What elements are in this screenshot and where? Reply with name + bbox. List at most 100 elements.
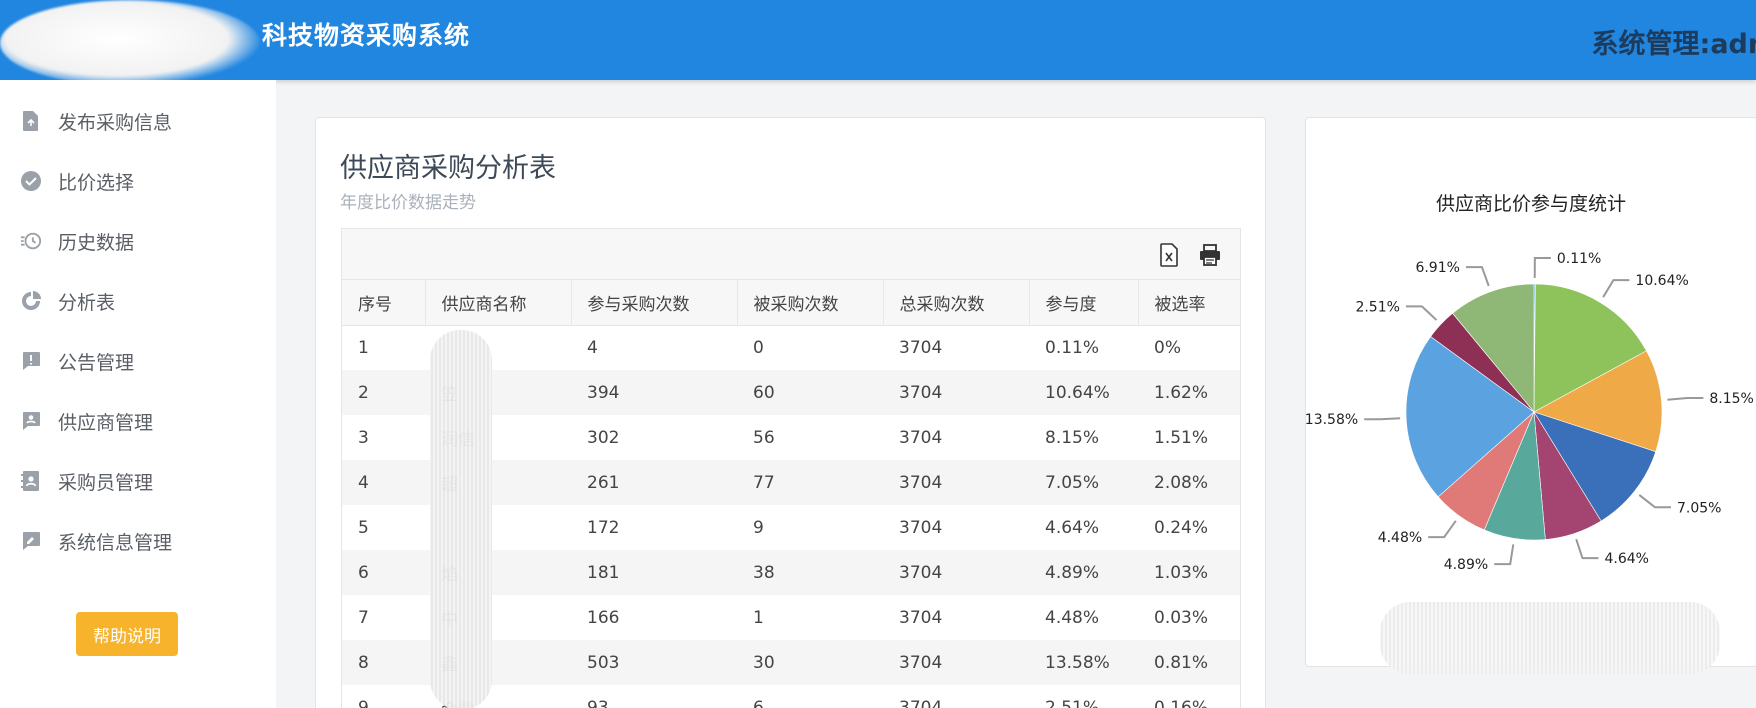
- sidebar: 发布采购信息 比价选择 历史数据 分析表 公告管理 供应商管理 采购员管理 系统…: [0, 80, 276, 708]
- pie-leader-line: [1667, 396, 1704, 401]
- pie-leader-line: [1575, 538, 1599, 560]
- table-cell: 4.89%: [1029, 550, 1138, 595]
- table-cell: 0: [753, 337, 764, 358]
- table-cell: 5: [358, 517, 369, 538]
- sidebar-item-analysis[interactable]: 分析表: [0, 276, 276, 326]
- table-cell: 8: [342, 640, 425, 685]
- pie-data-label: 2.51%: [1355, 299, 1399, 315]
- table-cell: 4: [587, 337, 598, 358]
- table-cell: 8.15%: [1045, 427, 1100, 448]
- sidebar-item-label: 供应商管理: [58, 411, 154, 434]
- pie-chart: 0.11% 10.64% 8.15% 7.05% 4.64% 4.89% 4.48% 13.5…: [1306, 251, 1754, 573]
- pie-leader-line: [1602, 279, 1630, 298]
- table-cell: 3704: [883, 550, 1029, 595]
- table-cell: 0.03%: [1154, 607, 1209, 628]
- table-cell: 181: [571, 550, 737, 595]
- excel-export-icon[interactable]: [1158, 243, 1182, 267]
- admin-user-label[interactable]: 系统管理:adm: [1592, 22, 1756, 61]
- pie-leader-line: [1494, 544, 1515, 566]
- pie-data-label: 8.15%: [1709, 391, 1753, 407]
- table-cell: 0.11%: [1045, 337, 1100, 358]
- app-title: 科技物资采购系统: [262, 21, 471, 50]
- table-cell: 261: [571, 460, 737, 505]
- table-cell: 0%: [1154, 337, 1181, 358]
- sidebar-item-label: 采购员管理: [58, 471, 154, 494]
- table-cell: 3: [358, 427, 369, 448]
- column-header[interactable]: 参与度: [1029, 280, 1139, 326]
- table-cell: 10.64%: [1029, 370, 1138, 415]
- table-cell: 3704: [899, 517, 943, 538]
- table-cell: 3704: [899, 427, 943, 448]
- table-cell: 172: [587, 517, 620, 538]
- table-cell: 0.24%: [1154, 517, 1209, 538]
- system-info-icon: [20, 530, 42, 552]
- sidebar-item-history[interactable]: 历史数据: [0, 216, 276, 266]
- table-cell: 2.51%: [1045, 697, 1100, 708]
- table-cell: 60: [737, 370, 883, 415]
- table-cell: 3704: [899, 697, 943, 708]
- table-cell: 394: [571, 370, 737, 415]
- history-icon: [20, 230, 42, 252]
- sidebar-item-label: 系统信息管理: [58, 531, 173, 554]
- table-header-row: 序号 供应商名称 参与采购次数 被采购次数 总采购次数 参与度 被选率: [342, 280, 1240, 326]
- top-header: 科技物资采购系统 系统管理:adm: [0, 0, 1756, 86]
- table-cell: 0.81%: [1138, 640, 1240, 685]
- table-cell: 38: [737, 550, 883, 595]
- table-cell: 2: [342, 370, 425, 415]
- pie-data-label: 6.91%: [1415, 260, 1459, 276]
- column-header[interactable]: 总采购次数: [883, 280, 1030, 326]
- column-header[interactable]: 参与采购次数: [571, 280, 738, 326]
- table-cell: 1: [753, 607, 764, 628]
- sidebar-item-label: 分析表: [58, 291, 116, 314]
- table-cell: 30: [737, 640, 883, 685]
- pie-leader-line: [1405, 305, 1438, 321]
- pie-data-label: 10.64%: [1635, 273, 1688, 289]
- table-cell: 1.51%: [1154, 427, 1209, 448]
- table-cell: 3704: [883, 460, 1029, 505]
- sidebar-item-announcement[interactable]: 公告管理: [0, 336, 276, 386]
- pie-chart-card: 供应商比价参与度统计 0.11% 10.64% 8.15% 7.05% 4.64% 4.8…: [1305, 117, 1756, 667]
- table-cell: 93: [587, 697, 609, 708]
- table-cell: 13.58%: [1029, 640, 1138, 685]
- table-cell: 3704: [899, 607, 943, 628]
- table-cell: 4.64%: [1045, 517, 1100, 538]
- table-cell: 1.62%: [1138, 370, 1240, 415]
- column-header[interactable]: 序号: [342, 280, 426, 326]
- column-header[interactable]: 供应商名称: [425, 280, 572, 326]
- sidebar-item-label: 发布采购信息: [58, 111, 173, 134]
- pie-data-label: 4.89%: [1444, 557, 1488, 573]
- pie-leader-line: [1533, 257, 1551, 279]
- column-header[interactable]: 被采购次数: [737, 280, 884, 326]
- sidebar-item-system-info[interactable]: 系统信息管理: [0, 516, 276, 566]
- pie-data-label: 7.05%: [1677, 500, 1721, 516]
- table-cell: 3704: [883, 640, 1029, 685]
- table-cell: 7.05%: [1029, 460, 1138, 505]
- table-cell: 9: [358, 697, 369, 708]
- supplier-icon: [20, 410, 42, 432]
- pie-data-label: 0.11%: [1557, 251, 1601, 267]
- pie-chart-icon: [20, 290, 42, 312]
- table-toolbar: [342, 229, 1240, 280]
- pie-leader-line: [1638, 494, 1671, 509]
- table-cell: 7: [358, 607, 369, 628]
- help-button[interactable]: 帮助说明: [76, 612, 178, 656]
- sidebar-item-publish[interactable]: 发布采购信息: [0, 96, 276, 146]
- pie-leader-line: [1364, 417, 1401, 421]
- table-cell: 1: [358, 337, 369, 358]
- sidebar-item-supplier[interactable]: 供应商管理: [0, 396, 276, 446]
- table-cell: 1.03%: [1138, 550, 1240, 595]
- table-cell: 166: [587, 607, 620, 628]
- column-header[interactable]: 被选率: [1138, 280, 1240, 326]
- pie-leader-line: [1465, 266, 1490, 287]
- sidebar-item-label: 历史数据: [58, 231, 135, 254]
- announcement-icon: [20, 350, 42, 372]
- contact-card-icon: [20, 470, 42, 492]
- sidebar-item-label: 公告管理: [58, 351, 135, 374]
- redacted-supplier-names: [430, 330, 492, 708]
- table-cell: 6: [753, 697, 764, 708]
- logo: [0, 0, 260, 86]
- table-cell: 2.08%: [1138, 460, 1240, 505]
- print-icon[interactable]: [1198, 243, 1222, 267]
- sidebar-item-compare[interactable]: 比价选择: [0, 156, 276, 206]
- sidebar-item-purchaser[interactable]: 采购员管理: [0, 456, 276, 506]
